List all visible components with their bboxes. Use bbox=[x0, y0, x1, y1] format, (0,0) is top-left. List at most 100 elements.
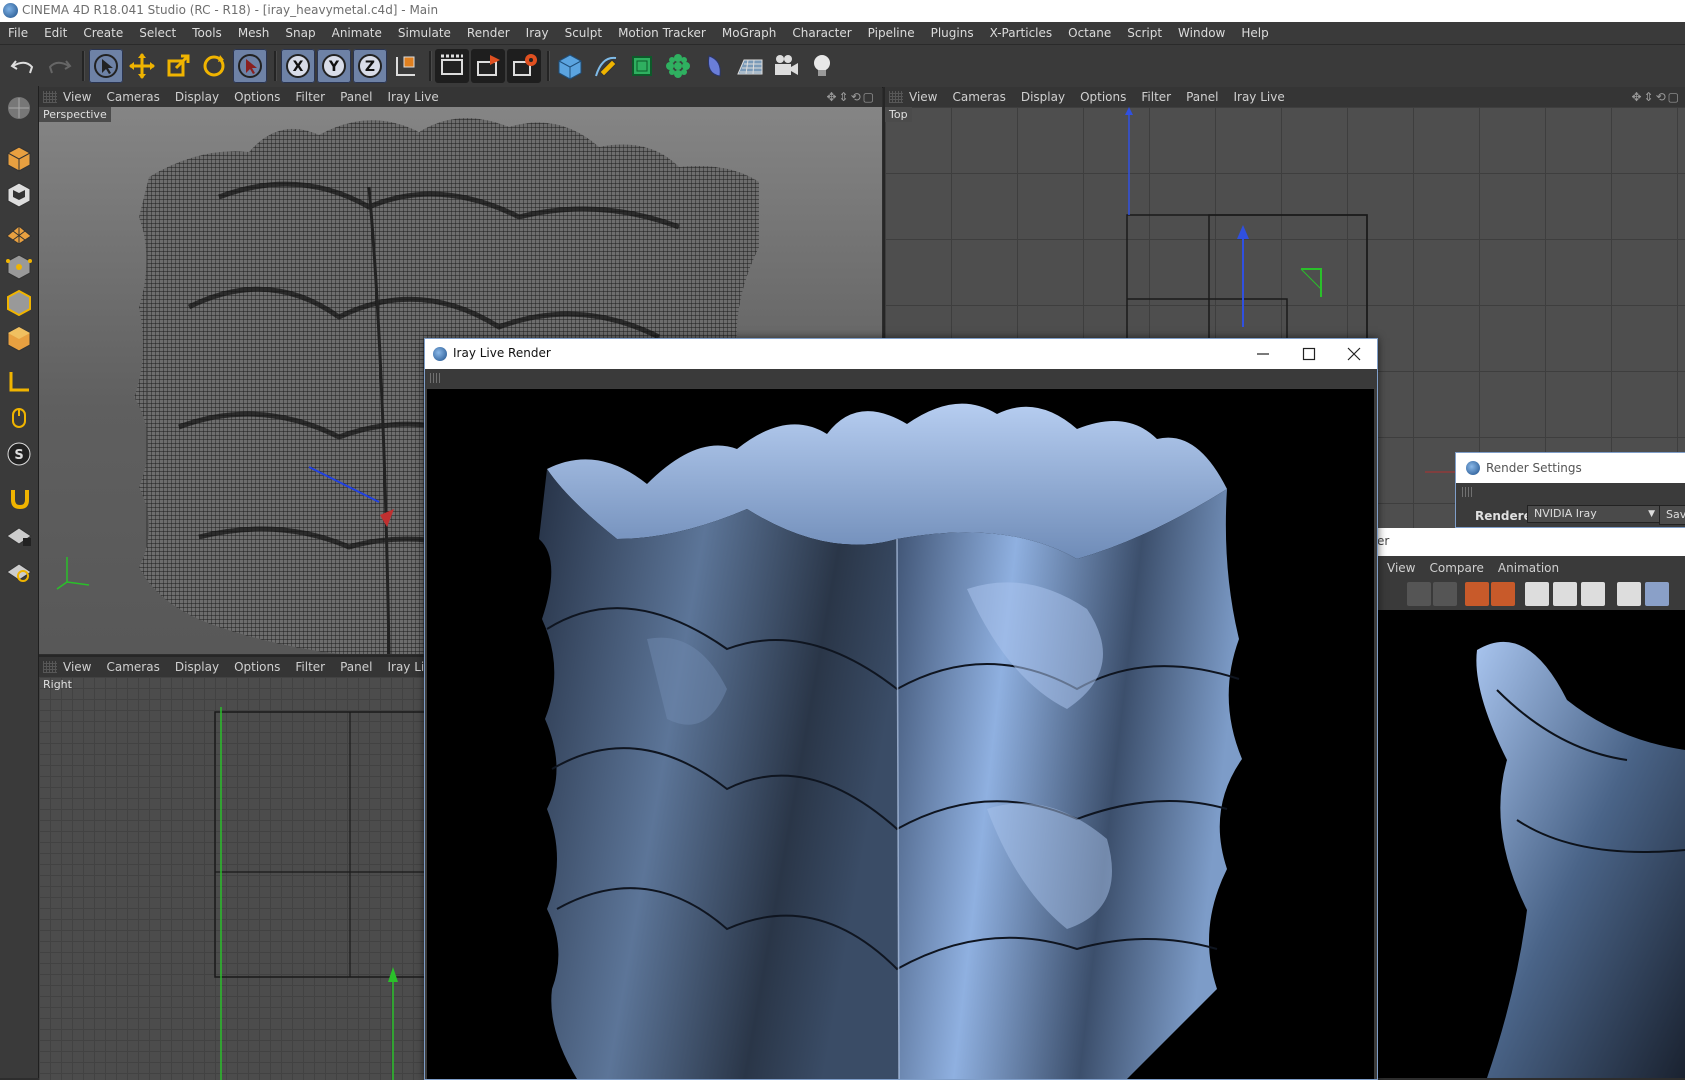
menu-motion-tracker[interactable]: Motion Tracker bbox=[610, 26, 714, 40]
menu-character[interactable]: Character bbox=[784, 26, 859, 40]
render-settings-icon[interactable] bbox=[507, 49, 541, 83]
panel-grip-icon[interactable] bbox=[430, 373, 442, 383]
menu-octane[interactable]: Octane bbox=[1060, 26, 1119, 40]
menu-plugins[interactable]: Plugins bbox=[923, 26, 982, 40]
minimize-icon[interactable] bbox=[1240, 339, 1286, 369]
cloner-icon[interactable] bbox=[661, 49, 695, 83]
vp-menu-options[interactable]: Options bbox=[1080, 90, 1126, 104]
vp-menu-display[interactable]: Display bbox=[175, 90, 219, 104]
iray-live-render-window[interactable]: Iray Live Render bbox=[424, 338, 1378, 1080]
redo-icon[interactable] bbox=[42, 49, 76, 83]
render-active-icon[interactable] bbox=[1491, 582, 1515, 606]
texture-mode-icon[interactable] bbox=[2, 178, 35, 210]
menu-window[interactable]: Window bbox=[1170, 26, 1233, 40]
subdivision-icon[interactable] bbox=[625, 49, 659, 83]
rotate-icon[interactable] bbox=[197, 49, 231, 83]
points-mode-icon[interactable] bbox=[2, 250, 35, 282]
close-icon[interactable] bbox=[1331, 339, 1377, 369]
menu-simulate[interactable]: Simulate bbox=[390, 26, 459, 40]
channel-compare-icon[interactable] bbox=[1645, 582, 1669, 606]
camera-icon[interactable] bbox=[769, 49, 803, 83]
panel-grip-icon[interactable] bbox=[43, 661, 57, 673]
pv-menu-animation[interactable]: Animation bbox=[1498, 561, 1559, 575]
menu-sculpt[interactable]: Sculpt bbox=[557, 26, 610, 40]
render-view-icon[interactable] bbox=[435, 49, 469, 83]
maximize-icon[interactable] bbox=[1286, 339, 1332, 369]
axis-mode-icon[interactable] bbox=[2, 366, 35, 398]
menu-script[interactable]: Script bbox=[1119, 26, 1170, 40]
menu-tools[interactable]: Tools bbox=[184, 26, 230, 40]
render-region-icon[interactable] bbox=[1433, 582, 1457, 606]
vp-menu-iray-live[interactable]: Iray Live bbox=[387, 90, 438, 104]
model-mode-icon[interactable] bbox=[2, 142, 35, 174]
light-icon[interactable] bbox=[805, 49, 839, 83]
picture-viewer-window[interactable]: er View Compare Animation bbox=[1377, 528, 1685, 1078]
render-settings-titlebar[interactable]: Render Settings bbox=[1456, 453, 1685, 483]
menu-render[interactable]: Render bbox=[459, 26, 518, 40]
select-arrow-icon[interactable] bbox=[89, 49, 123, 83]
render-icon[interactable] bbox=[1465, 582, 1489, 606]
vp-menu-cameras[interactable]: Cameras bbox=[106, 660, 159, 674]
vp-menu-panel[interactable]: Panel bbox=[340, 90, 372, 104]
history-icon[interactable] bbox=[1581, 582, 1605, 606]
world-coordinates-icon[interactable] bbox=[389, 49, 423, 83]
vp-menu-iray-live[interactable]: Iray Live bbox=[1233, 90, 1284, 104]
floor-icon[interactable] bbox=[733, 49, 767, 83]
lock-workplane-icon[interactable] bbox=[2, 518, 35, 550]
pv-menu-view[interactable]: View bbox=[1387, 561, 1415, 575]
menu-select[interactable]: Select bbox=[131, 26, 184, 40]
menu-animate[interactable]: Animate bbox=[324, 26, 390, 40]
save-button[interactable]: Sav bbox=[1659, 505, 1685, 525]
undo-icon[interactable] bbox=[6, 49, 40, 83]
z-axis-icon[interactable]: Z bbox=[353, 49, 387, 83]
menu-pipeline[interactable]: Pipeline bbox=[860, 26, 923, 40]
menu-iray[interactable]: Iray bbox=[518, 26, 557, 40]
y-axis-icon[interactable]: Y bbox=[317, 49, 351, 83]
ab-compare-icon[interactable] bbox=[1617, 582, 1641, 606]
panel-grip-icon[interactable] bbox=[1462, 487, 1474, 497]
viewport-navigation-icons[interactable]: ✥⇕⟲▢ bbox=[1631, 90, 1681, 104]
vp-menu-panel[interactable]: Panel bbox=[340, 660, 372, 674]
planar-workplane-icon[interactable] bbox=[2, 554, 35, 586]
deformer-icon[interactable] bbox=[697, 49, 731, 83]
snapshot-compare-icon[interactable] bbox=[1553, 582, 1577, 606]
vp-menu-options[interactable]: Options bbox=[234, 660, 280, 674]
snapshot-icon[interactable] bbox=[1525, 582, 1549, 606]
vp-menu-view[interactable]: View bbox=[63, 90, 91, 104]
polygons-mode-icon[interactable] bbox=[2, 322, 35, 354]
vp-menu-options[interactable]: Options bbox=[234, 90, 280, 104]
renderer-dropdown[interactable]: NVIDIA Iray ▼ bbox=[1527, 505, 1660, 523]
picture-viewer-titlebar[interactable]: er bbox=[1377, 528, 1685, 556]
menu-x-particles[interactable]: X-Particles bbox=[982, 26, 1061, 40]
scale-icon[interactable] bbox=[161, 49, 195, 83]
iray-render-image[interactable] bbox=[427, 389, 1374, 1079]
tweak-mode-icon[interactable] bbox=[2, 402, 35, 434]
workplane-icon[interactable] bbox=[2, 92, 35, 124]
menu-create[interactable]: Create bbox=[75, 26, 131, 40]
vp-menu-cameras[interactable]: Cameras bbox=[106, 90, 159, 104]
pv-menu-compare[interactable]: Compare bbox=[1429, 561, 1483, 575]
menu-help[interactable]: Help bbox=[1233, 26, 1276, 40]
pen-icon[interactable] bbox=[589, 49, 623, 83]
vp-menu-cameras[interactable]: Cameras bbox=[952, 90, 1005, 104]
x-axis-icon[interactable]: X bbox=[281, 49, 315, 83]
menu-file[interactable]: File bbox=[0, 26, 36, 40]
vp-menu-filter[interactable]: Filter bbox=[295, 660, 325, 674]
render-settings-window[interactable]: Render Settings Renderer NVIDIA Iray ▼ S… bbox=[1455, 452, 1685, 528]
vp-menu-display[interactable]: Display bbox=[1021, 90, 1065, 104]
edges-mode-icon[interactable] bbox=[2, 286, 35, 318]
snap-icon[interactable] bbox=[2, 482, 35, 514]
vp-menu-filter[interactable]: Filter bbox=[295, 90, 325, 104]
workplane-grid-icon[interactable] bbox=[2, 214, 35, 246]
vp-menu-view[interactable]: View bbox=[63, 660, 91, 674]
vp-menu-filter[interactable]: Filter bbox=[1141, 90, 1171, 104]
menu-snap[interactable]: Snap bbox=[277, 26, 323, 40]
move-icon[interactable] bbox=[125, 49, 159, 83]
vp-menu-display[interactable]: Display bbox=[175, 660, 219, 674]
iray-window-titlebar[interactable]: Iray Live Render bbox=[425, 339, 1377, 369]
vp-menu-panel[interactable]: Panel bbox=[1186, 90, 1218, 104]
render-to-picture-viewer-icon[interactable] bbox=[471, 49, 505, 83]
fit-view-icon[interactable] bbox=[1407, 582, 1431, 606]
menu-mesh[interactable]: Mesh bbox=[230, 26, 278, 40]
panel-grip-icon[interactable] bbox=[889, 91, 903, 103]
